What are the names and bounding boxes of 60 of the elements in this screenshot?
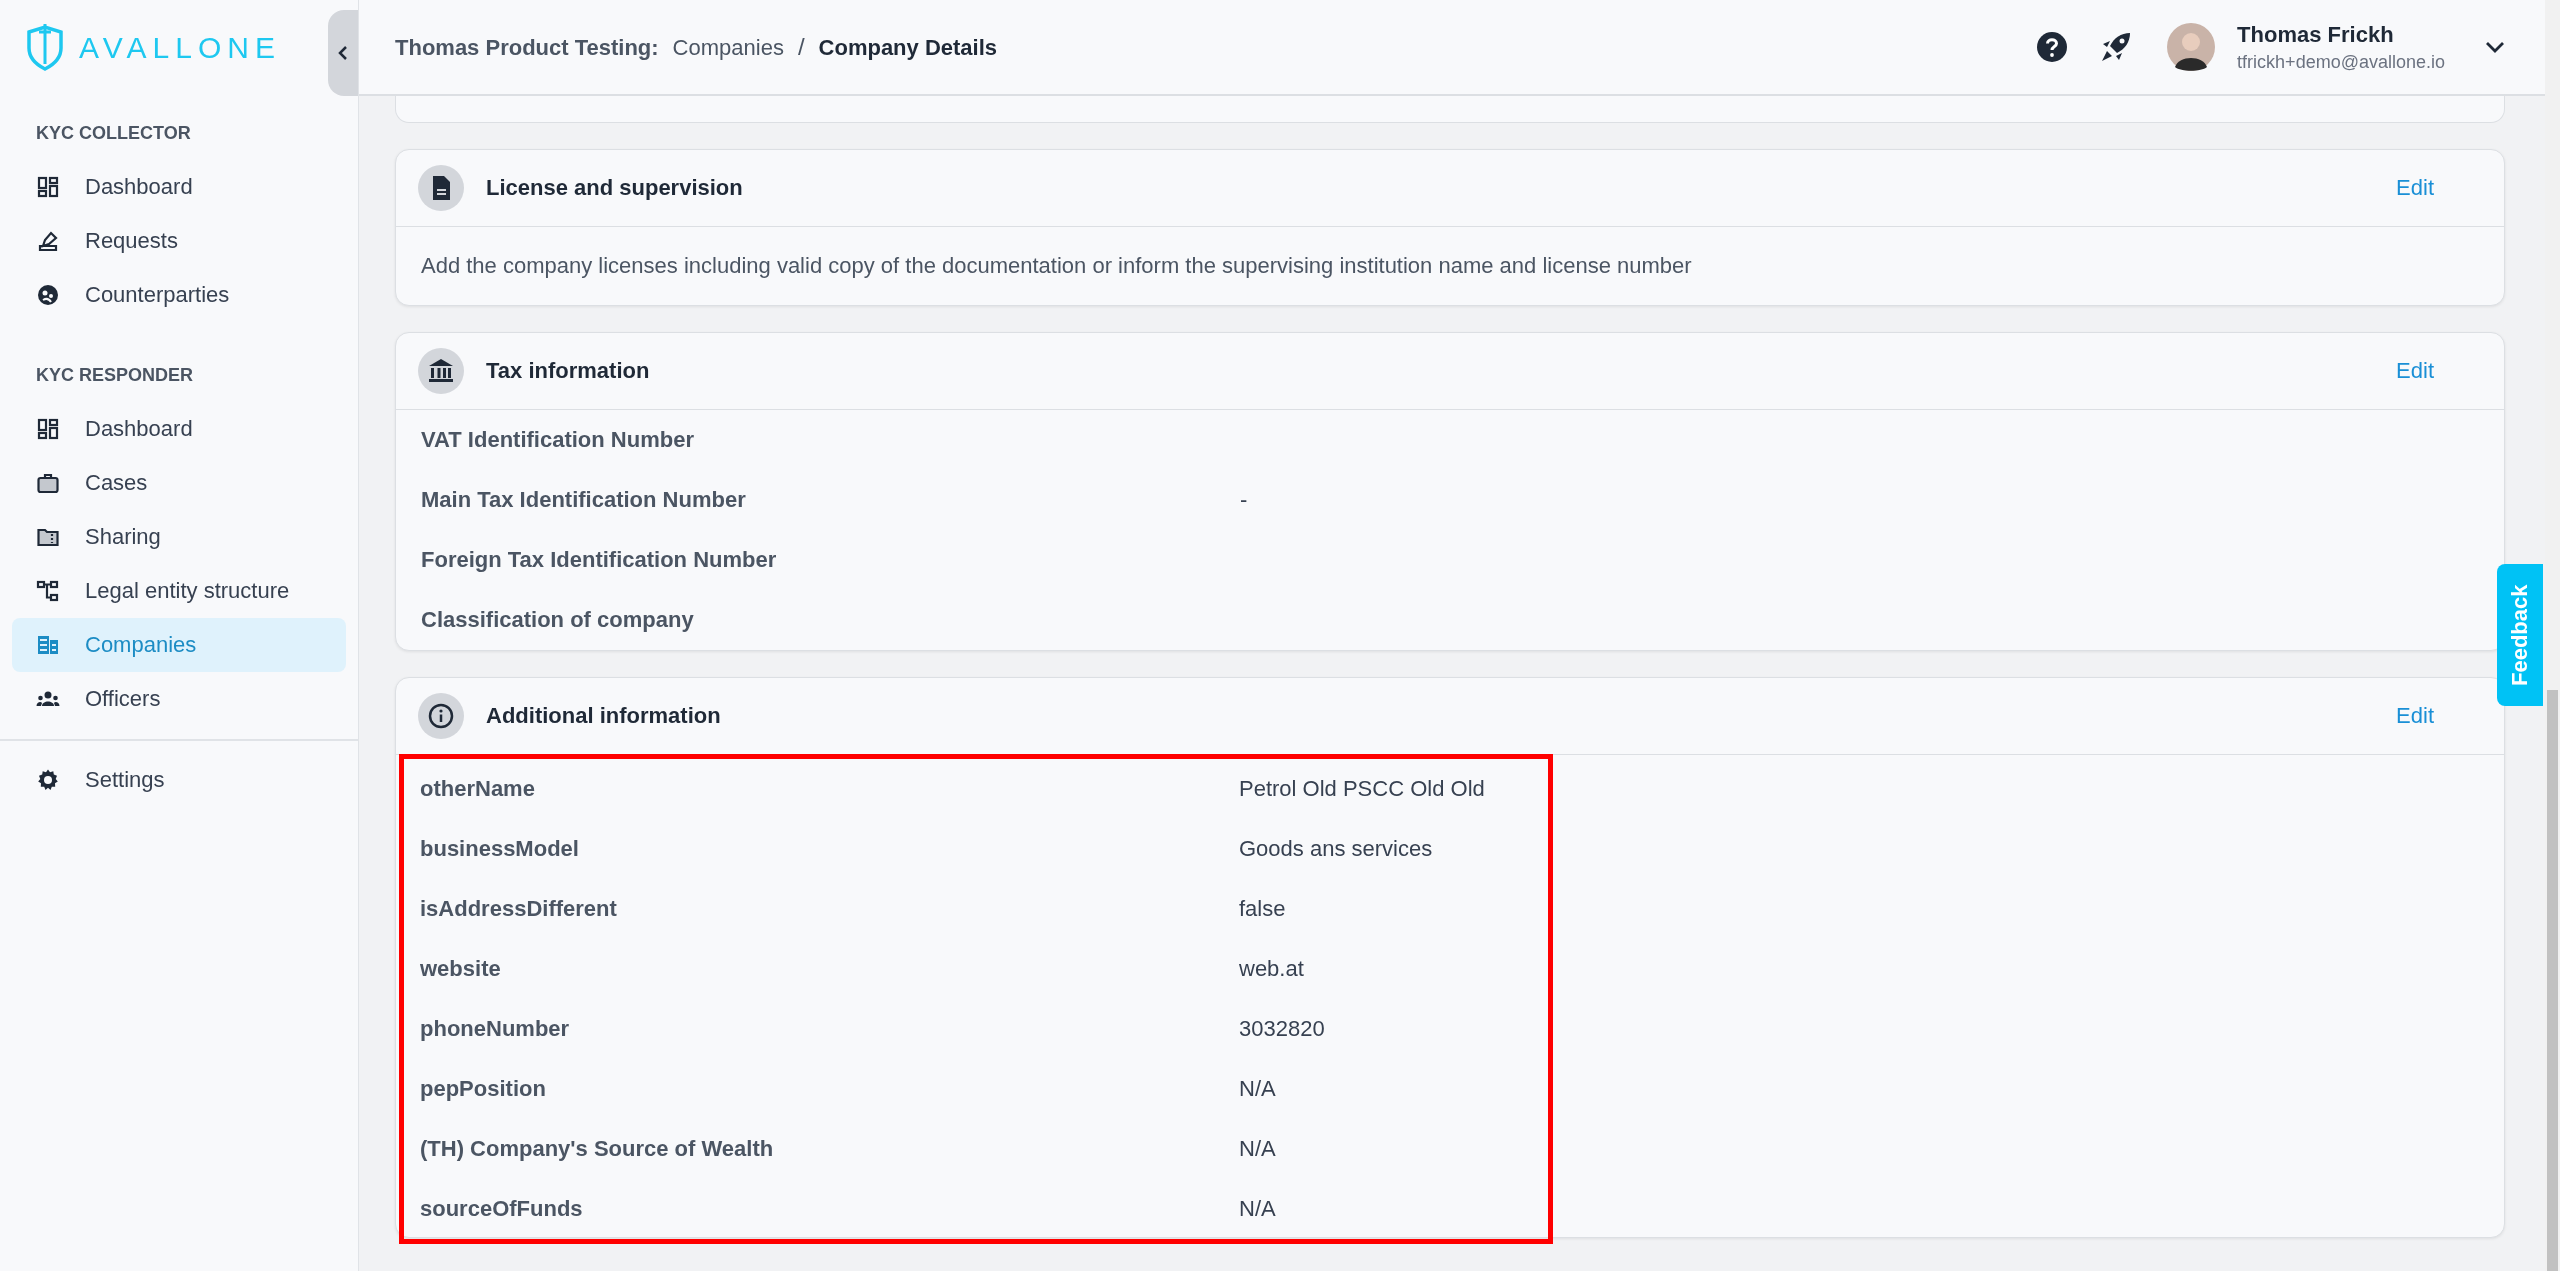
field-label: sourceOfFunds bbox=[420, 1196, 584, 1222]
organization-name: Thomas Product Testing: bbox=[395, 35, 659, 61]
section-title: Tax information bbox=[486, 358, 651, 384]
field-label: Classification of company bbox=[421, 607, 695, 633]
hierarchy-icon bbox=[36, 579, 60, 603]
nav-item[interactable]: Settings bbox=[12, 753, 346, 807]
field-value: N/A bbox=[1239, 1196, 1277, 1222]
field-label: pepPosition bbox=[420, 1076, 547, 1102]
rocket-icon[interactable] bbox=[2101, 32, 2132, 62]
field-label: website bbox=[420, 956, 502, 982]
field-value: false bbox=[1239, 896, 1287, 922]
nav-item[interactable]: Cases bbox=[12, 456, 346, 510]
field-label: Foreign Tax Identification Number bbox=[421, 547, 778, 573]
section-title: Additional information bbox=[486, 703, 722, 729]
help-icon[interactable] bbox=[2037, 32, 2068, 62]
dashboard-icon bbox=[36, 417, 60, 441]
nav-item[interactable]: Officers bbox=[12, 672, 346, 726]
settings-icon bbox=[36, 768, 60, 792]
field-value: web.at bbox=[1239, 956, 1305, 982]
chevron-down-icon[interactable] bbox=[2485, 41, 2505, 53]
avatar[interactable] bbox=[2167, 23, 2216, 71]
section-title: License and supervision bbox=[486, 175, 744, 201]
field-label: VAT Identification Number bbox=[421, 427, 695, 453]
field-value: N/A bbox=[1239, 1076, 1277, 1102]
nav-item[interactable]: Sharing bbox=[12, 510, 346, 564]
chevron-left-icon bbox=[338, 46, 348, 60]
document-icon bbox=[418, 165, 464, 211]
nav-item[interactable]: Dashboard bbox=[12, 402, 346, 456]
breadcrumb-link[interactable]: Companies bbox=[672, 35, 784, 61]
field-value: Petrol Old PSCC Old Old bbox=[1239, 776, 1486, 802]
shield-sword-icon bbox=[25, 24, 65, 72]
user-name: Thomas Frickh bbox=[2237, 21, 2395, 48]
field-value: 3032820 bbox=[1239, 1016, 1326, 1042]
building-icon bbox=[36, 633, 60, 657]
section-heading: KYC COLLECTOR bbox=[36, 122, 192, 144]
nav-item[interactable]: Requests bbox=[12, 214, 346, 268]
logo-wordmark: AVALLONE bbox=[79, 31, 281, 65]
bank-icon bbox=[418, 348, 464, 394]
collapse-button[interactable] bbox=[328, 10, 358, 96]
field-value: - bbox=[1240, 487, 1249, 513]
dashboard-icon bbox=[36, 175, 60, 199]
nav-item[interactable]: Legal entity structure bbox=[12, 564, 346, 618]
field-label: businessModel bbox=[420, 836, 580, 862]
breadcrumb-separator: / bbox=[797, 33, 805, 61]
field-label: isAddressDifferent bbox=[420, 896, 618, 922]
field-value: N/A bbox=[1239, 1136, 1277, 1162]
nav-item[interactable]: Dashboard bbox=[12, 160, 346, 214]
section-description: Add the company licenses including valid copy of the documentation or inform the supervising institution name and license number bbox=[420, 252, 1693, 280]
info-icon bbox=[418, 693, 464, 739]
breadcrumb-current: Company Details bbox=[818, 35, 998, 61]
field-value: Goods ans services bbox=[1239, 836, 1434, 862]
section-heading: KYC RESPONDER bbox=[36, 364, 195, 386]
briefcase-icon bbox=[36, 471, 60, 495]
user-email: tfrickh+demo@avallone.io bbox=[2237, 51, 2445, 73]
field-label: otherName bbox=[420, 776, 536, 802]
nav-item[interactable]: Counterparties bbox=[12, 268, 346, 322]
field-label: phoneNumber bbox=[420, 1016, 571, 1042]
field-label: Main Tax Identification Number bbox=[421, 487, 747, 513]
field-label: (TH) Company's Source of Wealth bbox=[420, 1136, 775, 1162]
stamp-icon bbox=[36, 229, 60, 253]
